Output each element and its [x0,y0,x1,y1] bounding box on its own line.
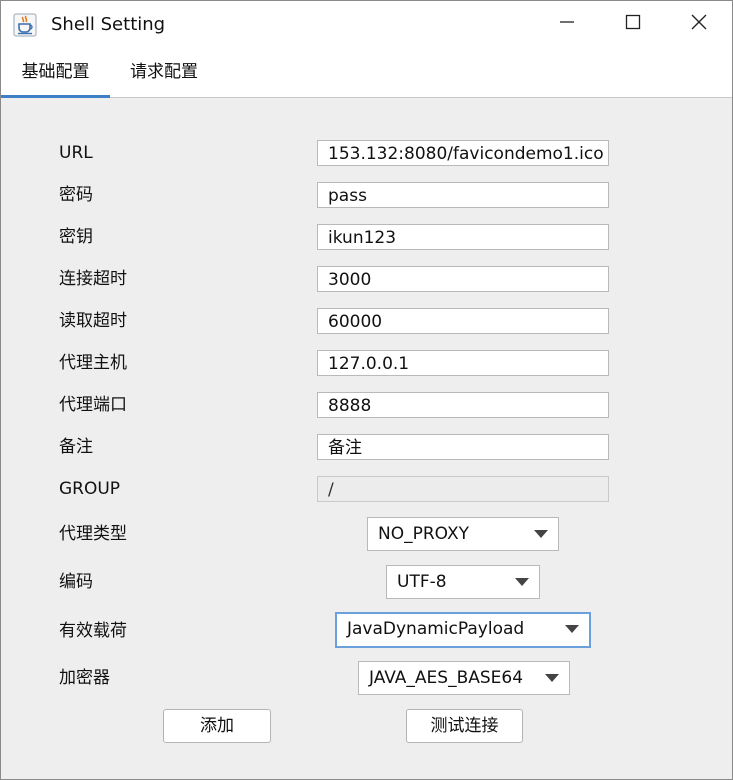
java-coffee-cup-icon [13,13,37,37]
encoding-label: 编码 [59,572,93,592]
payload-select[interactable]: JavaDynamicPayload [335,612,591,648]
minimize-icon [559,14,575,34]
minimize-button[interactable] [534,1,600,47]
remark-field[interactable]: 备注 [317,434,609,460]
proxy-port-field[interactable]: 8888 [317,392,609,418]
title-bar: Shell Setting [1,1,732,47]
payload-label: 有效载荷 [59,621,127,641]
shell-setting-window: Shell Setting 基础配置 请求配置 URL 153.132:8080… [0,0,733,780]
secret-key-field[interactable]: ikun123 [317,224,609,250]
password-label: 密码 [59,185,93,205]
proxy-port-label: 代理端口 [59,395,127,415]
proxy-type-select[interactable]: NO_PROXY [367,517,559,551]
url-field[interactable]: 153.132:8080/favicondemo1.ico [317,140,609,166]
proxy-host-label: 代理主机 [59,353,127,373]
proxy-host-field[interactable]: 127.0.0.1 [317,350,609,376]
test-connection-button[interactable]: 测试连接 [406,709,523,743]
tab-bar: 基础配置 请求配置 [1,47,732,98]
chevron-down-icon [565,625,579,633]
proxy-type-value: NO_PROXY [378,524,469,544]
tab-label: 请求配置 [130,62,198,82]
cryption-value: JAVA_AES_BASE64 [369,668,524,688]
url-label: URL [59,143,93,163]
chevron-down-icon [515,578,529,586]
encoding-value: UTF-8 [397,572,447,592]
basic-config-panel: URL 153.132:8080/favicondemo1.ico 密码 pas… [1,98,732,779]
add-button[interactable]: 添加 [163,709,271,743]
password-field[interactable]: pass [317,182,609,208]
chevron-down-icon [545,674,559,682]
tab-request-config[interactable]: 请求配置 [113,47,215,97]
group-label: GROUP [59,479,121,499]
close-button[interactable] [666,1,732,47]
read-timeout-label: 读取超时 [59,311,127,331]
maximize-button[interactable] [600,1,666,47]
connect-timeout-field[interactable]: 3000 [317,266,609,292]
payload-value: JavaDynamicPayload [347,619,525,639]
encoding-select[interactable]: UTF-8 [386,565,540,599]
window-title: Shell Setting [51,14,166,35]
remark-label: 备注 [59,437,93,457]
tab-basic-config[interactable]: 基础配置 [1,47,110,98]
maximize-icon [625,14,641,34]
cryption-label: 加密器 [59,668,110,688]
proxy-type-label: 代理类型 [59,524,127,544]
close-icon [691,14,707,34]
cryption-select[interactable]: JAVA_AES_BASE64 [358,661,570,695]
connect-timeout-label: 连接超时 [59,269,127,289]
tab-label: 基础配置 [21,62,90,82]
group-field: / [317,476,609,502]
chevron-down-icon [534,530,548,538]
secret-key-label: 密钥 [59,227,93,247]
read-timeout-field[interactable]: 60000 [317,308,609,334]
